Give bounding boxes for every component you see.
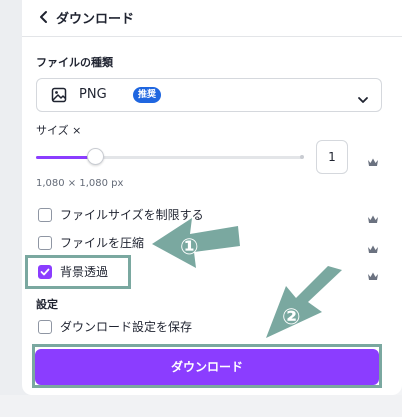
- checkbox[interactable]: [38, 320, 52, 334]
- highlight-box-transparent-background: [25, 255, 131, 289]
- slider-end-dot: [300, 155, 304, 159]
- settings-label: 設定: [36, 298, 58, 311]
- marker-1: ①: [180, 235, 199, 260]
- image-icon: [51, 87, 67, 107]
- crown-icon: [367, 239, 379, 253]
- file-type-label: ファイルの種類: [36, 56, 113, 69]
- panel-header: ダウンロード: [22, 0, 402, 37]
- dimensions-text: 1,080 × 1,080 px: [36, 178, 124, 189]
- option-save-download-settings[interactable]: ダウンロード設定を保存: [38, 317, 238, 337]
- option-label: ダウンロード設定を保存: [60, 320, 193, 334]
- annotation-arrow-2: ②: [266, 266, 342, 338]
- panel-title: ダウンロード: [56, 12, 135, 27]
- file-type-select[interactable]: PNG 推奨: [36, 78, 382, 112]
- slider-thumb[interactable]: [86, 148, 104, 165]
- highlight-box-download-button: [32, 344, 382, 388]
- annotation-arrow-1: ①: [152, 218, 240, 268]
- checkbox[interactable]: [38, 208, 52, 222]
- size-input[interactable]: 1: [316, 140, 348, 174]
- slider-fill: [36, 156, 95, 159]
- recommended-badge: 推奨: [133, 87, 162, 103]
- option-label: ファイルを圧縮: [60, 236, 145, 250]
- checkbox[interactable]: [38, 236, 52, 250]
- file-type-value: PNG: [79, 87, 107, 102]
- crown-icon: [367, 152, 379, 166]
- canvas-background-left: [0, 0, 22, 417]
- crown-icon: [367, 209, 379, 223]
- canvas-background-bottom: [0, 395, 402, 417]
- crown-icon: [367, 266, 379, 280]
- size-slider[interactable]: [36, 148, 304, 166]
- marker-2: ②: [282, 305, 301, 330]
- chevron-down-icon: [357, 90, 369, 109]
- chevron-left-icon[interactable]: [36, 8, 52, 26]
- size-label: サイズ ×: [36, 124, 82, 137]
